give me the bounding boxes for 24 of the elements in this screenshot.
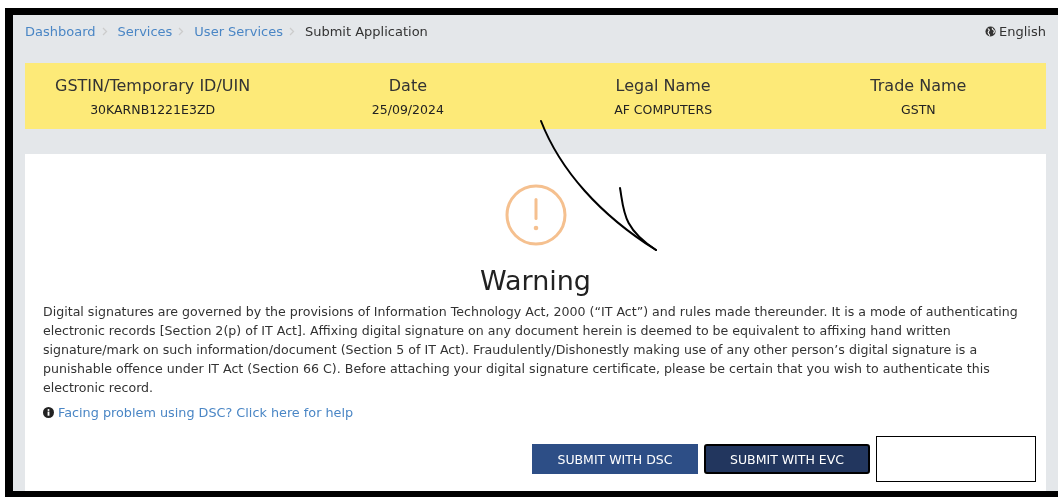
column-heading: Trade Name xyxy=(870,75,967,95)
submit-button[interactable]: SUBMIT WITH DSC xyxy=(532,444,698,474)
exclamation-icon xyxy=(504,184,567,246)
globe-icon xyxy=(985,25,997,37)
chevron-icon xyxy=(178,26,185,36)
breadcrumb-link[interactable]: Services xyxy=(117,23,173,39)
breadcrumb-link[interactable]: User Services xyxy=(194,23,283,39)
help-link[interactable]: Facing problem using DSC? Click here for help xyxy=(58,405,354,420)
column-heading: GSTIN/Temporary ID/UIN xyxy=(55,75,251,95)
submit-button[interactable]: SUBMIT WITH EVC xyxy=(704,444,870,474)
column-heading: Legal Name xyxy=(615,75,711,95)
chevron-icon xyxy=(101,26,108,36)
language-link[interactable]: English xyxy=(985,23,1046,39)
info-icon xyxy=(43,407,54,418)
field-value: 30KARNB1221E3ZD xyxy=(90,101,216,117)
warning-title: Warning xyxy=(479,264,592,298)
field-value: AF COMPUTERS xyxy=(614,101,713,117)
breadcrumb-link[interactable]: Dashboard xyxy=(25,23,96,39)
current-page-label: Submit Application xyxy=(304,23,428,39)
field-value: GSTN xyxy=(901,101,936,117)
warning-text: Digital signatures are governed by the provisions of Information Technology Act, 2000 (“IT Act”) and rules made thereunder. It is a mode of authenticating electronic records [Section 2(p) of IT Act]. Affixing digital signature on any document herein is deemed to be equivalent to affixing hand written signature/mark on such information/document (Section 5 of IT Act). Fraudulently/Dishonestly making use of any other person’s digital signature is a punishable offence under IT Act (Section 66 C). Before attaching your digital signature certificate, please be certain that you wish to authenticate this electronic record. xyxy=(43,303,1019,397)
field-value: 25/09/2024 xyxy=(371,101,444,117)
chevron-icon xyxy=(288,26,295,36)
column-heading: Date xyxy=(388,75,427,95)
